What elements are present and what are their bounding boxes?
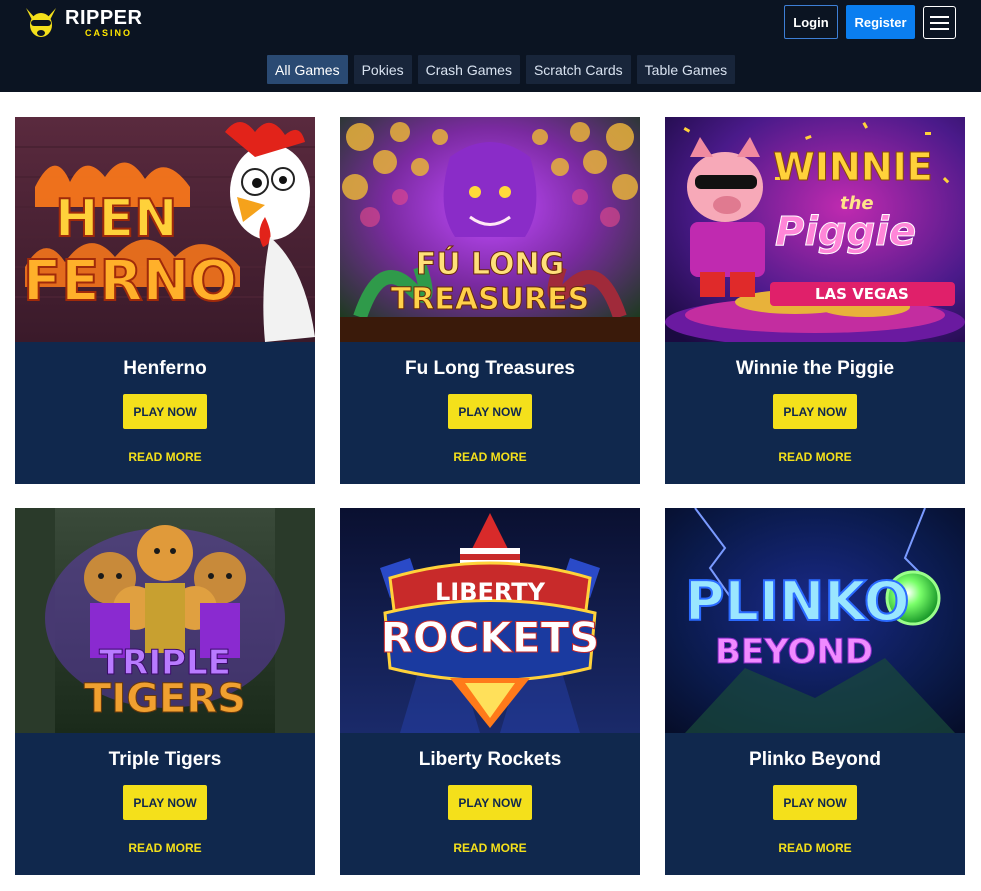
game-title: Liberty Rockets [418, 749, 562, 770]
game-category-tabs: All Games Pokies Crash Games Scratch Car… [267, 55, 736, 84]
liberty-rockets-art-title-line-1: LIBERTY [434, 578, 546, 606]
henferno-art-title-line-2: FERNO [22, 248, 238, 315]
tab-table-games[interactable]: Table Games [636, 55, 736, 84]
liberty-rockets-art-title-line-2: ROCKETS [380, 613, 600, 663]
game-thumbnail-henferno[interactable]: HEN FERNO [15, 117, 315, 342]
game-thumbnail-triple-tigers[interactable]: TRIPLE TIGERS [15, 508, 315, 733]
game-thumbnail-winnie-the-piggie[interactable]: WINNIE the Piggie LAS VEGAS [665, 117, 965, 342]
read-more-link[interactable]: READ MORE [340, 841, 640, 855]
play-now-button[interactable]: PLAY NOW [123, 785, 207, 820]
game-card-liberty-rockets: LIBERTY ROCKETS Liberty Rockets PLAY NOW… [340, 508, 640, 875]
read-more-link[interactable]: READ MORE [665, 450, 965, 464]
login-button[interactable]: Login [784, 5, 838, 39]
logo-sub-text: CASINO [85, 28, 133, 38]
winnie-art-title-line-1: WINNIE [773, 145, 934, 190]
read-more-link[interactable]: READ MORE [15, 841, 315, 855]
plinko-art-title-line-2: BEYOND [715, 632, 874, 673]
play-now-button[interactable]: PLAY NOW [123, 394, 207, 429]
register-button[interactable]: Register [846, 5, 915, 39]
play-now-button[interactable]: PLAY NOW [773, 785, 857, 820]
game-title: Fu Long Treasures [405, 358, 575, 379]
play-now-button[interactable]: PLAY NOW [773, 394, 857, 429]
tab-pokies[interactable]: Pokies [353, 55, 412, 84]
play-now-button[interactable]: PLAY NOW [448, 785, 532, 820]
game-title: Henferno [123, 358, 207, 379]
game-card-winnie-the-piggie: WINNIE the Piggie LAS VEGAS Winnie the P… [665, 117, 965, 484]
game-card-henferno: HEN FERNO Henferno PLAY NOW READ MORE [15, 117, 315, 484]
game-thumbnail-liberty-rockets[interactable]: LIBERTY ROCKETS [340, 508, 640, 733]
logo-brand-text: RIPPER [65, 7, 143, 29]
kangaroo-logo-icon [26, 8, 56, 37]
plinko-art-title-line-1: PLINKO [684, 569, 911, 634]
winnie-art-title-line-3: Piggie [775, 209, 917, 256]
game-card-plinko-beyond: PLINKO BEYOND Plinko Beyond PLAY NOW REA… [665, 508, 965, 875]
tab-all-games[interactable]: All Games [267, 55, 348, 84]
fu-long-art-title-line-2: TREASURES [390, 282, 590, 318]
site-header: RIPPER CASINO Login Register All Games P… [0, 0, 981, 92]
game-card-fu-long-treasures: FÚ LONG TREASURES Fu Long Treasures PLAY… [340, 117, 640, 484]
play-now-button[interactable]: PLAY NOW [448, 394, 532, 429]
ripper-casino-logo[interactable]: RIPPER CASINO [22, 5, 152, 41]
game-thumbnail-plinko-beyond[interactable]: PLINKO BEYOND [665, 508, 965, 733]
fu-long-art-title-line-1: FÚ LONG [415, 247, 565, 283]
game-title: Plinko Beyond [749, 749, 881, 770]
game-title: Triple Tigers [108, 749, 222, 770]
game-card-triple-tigers: TRIPLE TIGERS Triple Tigers PLAY NOW REA… [15, 508, 315, 875]
tab-crash-games[interactable]: Crash Games [417, 55, 520, 84]
game-title: Winnie the Piggie [735, 358, 895, 379]
winnie-art-title-line-4: LAS VEGAS [815, 285, 909, 303]
read-more-link[interactable]: READ MORE [665, 841, 965, 855]
triple-tigers-art-title-line-2: TIGERS [84, 676, 247, 723]
hamburger-menu-icon[interactable] [923, 6, 956, 39]
tab-scratch-cards[interactable]: Scratch Cards [525, 55, 631, 84]
read-more-link[interactable]: READ MORE [340, 450, 640, 464]
henferno-art-title-line-1: HEN [54, 188, 179, 250]
game-thumbnail-fu-long-treasures[interactable]: FÚ LONG TREASURES [340, 117, 640, 342]
read-more-link[interactable]: READ MORE [15, 450, 315, 464]
